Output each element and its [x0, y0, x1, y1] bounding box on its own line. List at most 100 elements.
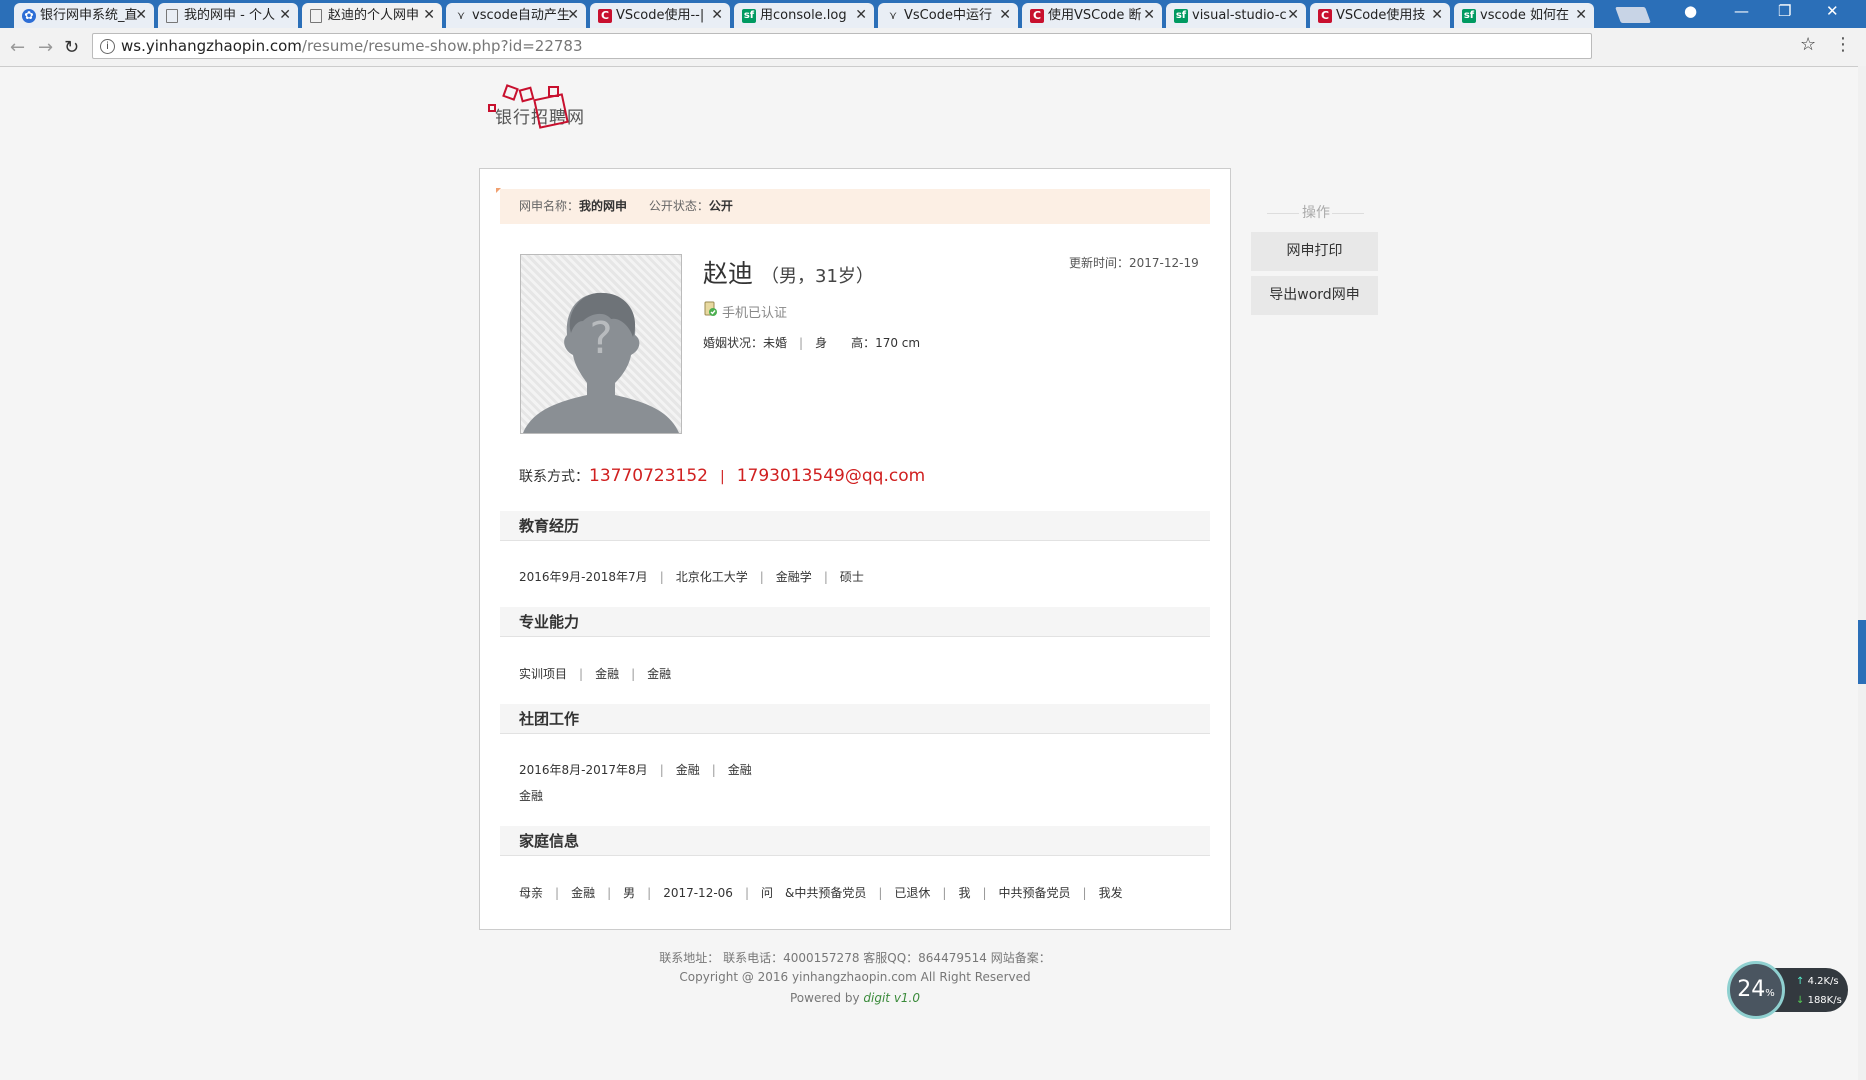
- minimize-icon[interactable]: —: [1734, 2, 1749, 20]
- vs-icon: ⋎: [888, 9, 898, 22]
- bookmark-star-icon[interactable]: ☆: [1800, 34, 1816, 55]
- forward-icon[interactable]: →: [38, 37, 53, 58]
- close-icon[interactable]: ✕: [279, 3, 291, 28]
- print-resume-button[interactable]: 网申打印: [1251, 232, 1378, 271]
- logo-square: [518, 86, 535, 103]
- family-gender: 男: [623, 886, 636, 900]
- edu-degree: 硕士: [839, 570, 864, 584]
- skill-name: 金融: [595, 667, 620, 681]
- download-value: 188K/s: [1807, 995, 1842, 1006]
- powered-link[interactable]: digit v1.0: [863, 991, 920, 1005]
- family-field: 金融: [571, 886, 596, 900]
- family-row: 母亲 | 金融 | 男 | 2017-12-06 | 问 &中共预备党员 | 已退休 | 我 | 中共预备党…: [519, 886, 1123, 900]
- close-icon[interactable]: ✕: [855, 3, 867, 28]
- section-title-club: 社团工作: [500, 704, 1210, 734]
- doc-icon: [166, 9, 178, 23]
- scrollbar[interactable]: [1858, 66, 1866, 1080]
- ops-title: 操作: [1302, 205, 1330, 221]
- scrollbar-thumb[interactable]: [1858, 620, 1866, 684]
- logo-badge: [533, 93, 569, 129]
- upload-speed: ↑ 4.2K/s: [1796, 976, 1839, 987]
- tab-title: vscode自动产生: [472, 8, 570, 23]
- contact-label: 联系方式：: [519, 469, 589, 485]
- contact-email: 1793013549@qq.com: [736, 466, 926, 486]
- browser-tab-8[interactable]: C 使用VSCode 断 ✕: [1022, 3, 1162, 28]
- svg-text:?: ?: [589, 313, 612, 364]
- ops-divider-left: [1267, 213, 1299, 214]
- browser-tab-5[interactable]: C VScode使用--| ✕: [590, 3, 730, 28]
- browser-tab-2[interactable]: 我的网申 - 个人 ✕: [158, 3, 298, 28]
- height-value: 170 cm: [875, 336, 921, 350]
- resume-notice-bar: 网申名称：我的网申 公开状态：公开: [500, 189, 1210, 224]
- edu-major: 金融学: [775, 570, 812, 584]
- club-description: 金融: [519, 789, 544, 803]
- section-title-education: 教育经历: [500, 511, 1210, 541]
- close-icon[interactable]: ✕: [999, 3, 1011, 28]
- usage-percent: 24: [1737, 977, 1766, 1002]
- download-speed: ↓ 188K/s: [1796, 995, 1842, 1006]
- profile-icon[interactable]: ●: [1684, 2, 1697, 20]
- memory-usage-gauge[interactable]: 24%: [1727, 961, 1785, 1019]
- contact-phone: 13770723152: [589, 466, 708, 486]
- back-icon[interactable]: ←: [10, 37, 25, 58]
- powered-label: Powered by: [790, 991, 860, 1005]
- vs-icon: ⋎: [456, 9, 466, 22]
- browser-tab-3-active[interactable]: 赵迪的个人网申 ✕: [302, 3, 442, 28]
- edu-school: 北京化工大学: [675, 570, 748, 584]
- browser-tab-10[interactable]: C VSCode使用技 ✕: [1310, 3, 1450, 28]
- close-icon[interactable]: ✕: [423, 3, 435, 28]
- phone-verified-text: 手机已认证: [722, 306, 788, 321]
- browser-tab-7[interactable]: ⋎ VsCode中运行 ✕: [878, 3, 1018, 28]
- section-title-skills: 专业能力: [500, 607, 1210, 637]
- c-icon: C: [598, 9, 612, 23]
- close-icon[interactable]: ✕: [1431, 3, 1443, 28]
- footer-powered: Powered by digit v1.0: [479, 991, 1231, 1005]
- browser-tab-11[interactable]: sf vscode 如何在 ✕: [1454, 3, 1594, 28]
- phone-verified-icon: [704, 301, 717, 316]
- export-word-button[interactable]: 导出word网申: [1251, 276, 1378, 315]
- notice-status-label: 公开状态：: [648, 199, 709, 213]
- download-arrow-icon: ↓: [1796, 995, 1805, 1006]
- toolbar: ← → ↻ i ws.yinhangzhaopin.com/resume/res…: [0, 28, 1866, 67]
- tab-title: visual-studio-c: [1192, 8, 1287, 23]
- restore-icon[interactable]: ❐: [1778, 2, 1791, 20]
- url-path: /resume/resume-show.php?id=22783: [301, 37, 583, 55]
- logo-square: [502, 84, 519, 101]
- close-icon[interactable]: ✕: [1575, 3, 1587, 28]
- tab-title: VsCode中运行: [904, 8, 992, 23]
- close-window-icon[interactable]: ✕: [1826, 2, 1839, 20]
- c-icon: C: [1030, 9, 1044, 23]
- update-time: 更新时间：2017-12-19: [1069, 256, 1199, 270]
- browser-tab-6[interactable]: sf 用console.log ✕: [734, 3, 874, 28]
- footer-contact: 联系地址： 联系电话：4000157278 客服QQ：864479514 网站备…: [659, 951, 1051, 965]
- tab-bar: ✿ 银行网申系统_直 ✕ 我的网申 - 个人 ✕ 赵迪的个人网申 ✕ ⋎ vscode自动…: [0, 0, 1866, 28]
- name-text: 赵迪: [703, 259, 754, 288]
- education-row: 2016年9月-2018年7月 | 北京化工大学 | 金融学 | 硕士: [519, 570, 864, 584]
- new-tab-button[interactable]: [1615, 7, 1651, 23]
- menu-icon[interactable]: ⋮: [1834, 34, 1852, 55]
- skill-type: 实训项目: [519, 667, 568, 681]
- close-icon[interactable]: ✕: [135, 3, 147, 28]
- close-icon[interactable]: ✕: [711, 3, 723, 28]
- tab-title: 使用VSCode 断: [1048, 8, 1142, 23]
- family-status: 已退休: [894, 886, 931, 900]
- club-role: 金融: [727, 763, 752, 777]
- section-title-family: 家庭信息: [500, 826, 1210, 856]
- close-icon[interactable]: ✕: [1143, 3, 1155, 28]
- close-icon[interactable]: ✕: [567, 3, 579, 28]
- address-bar[interactable]: i ws.yinhangzhaopin.com/resume/resume-sh…: [92, 33, 1592, 59]
- info-icon[interactable]: i: [100, 39, 115, 54]
- reload-icon[interactable]: ↻: [64, 37, 79, 58]
- browser-tab-9[interactable]: sf visual-studio-c ✕: [1166, 3, 1306, 28]
- usage-unit: %: [1765, 988, 1775, 999]
- contact-row: 联系方式：13770723152 | 1793013549@qq.com: [519, 466, 926, 486]
- tab-title: VSCode使用技: [1336, 8, 1426, 23]
- browser-tab-4[interactable]: ⋎ vscode自动产生 ✕: [446, 3, 586, 28]
- skill-desc: 金融: [647, 667, 672, 681]
- browser-tab-1[interactable]: ✿ 银行网申系统_直 ✕: [14, 3, 154, 28]
- url-host: ws.yinhangzhaopin.com: [121, 37, 302, 55]
- close-icon[interactable]: ✕: [1287, 3, 1299, 28]
- sf-icon: sf: [1174, 9, 1188, 23]
- doc-icon: [310, 9, 322, 23]
- sf-icon: sf: [1462, 9, 1476, 23]
